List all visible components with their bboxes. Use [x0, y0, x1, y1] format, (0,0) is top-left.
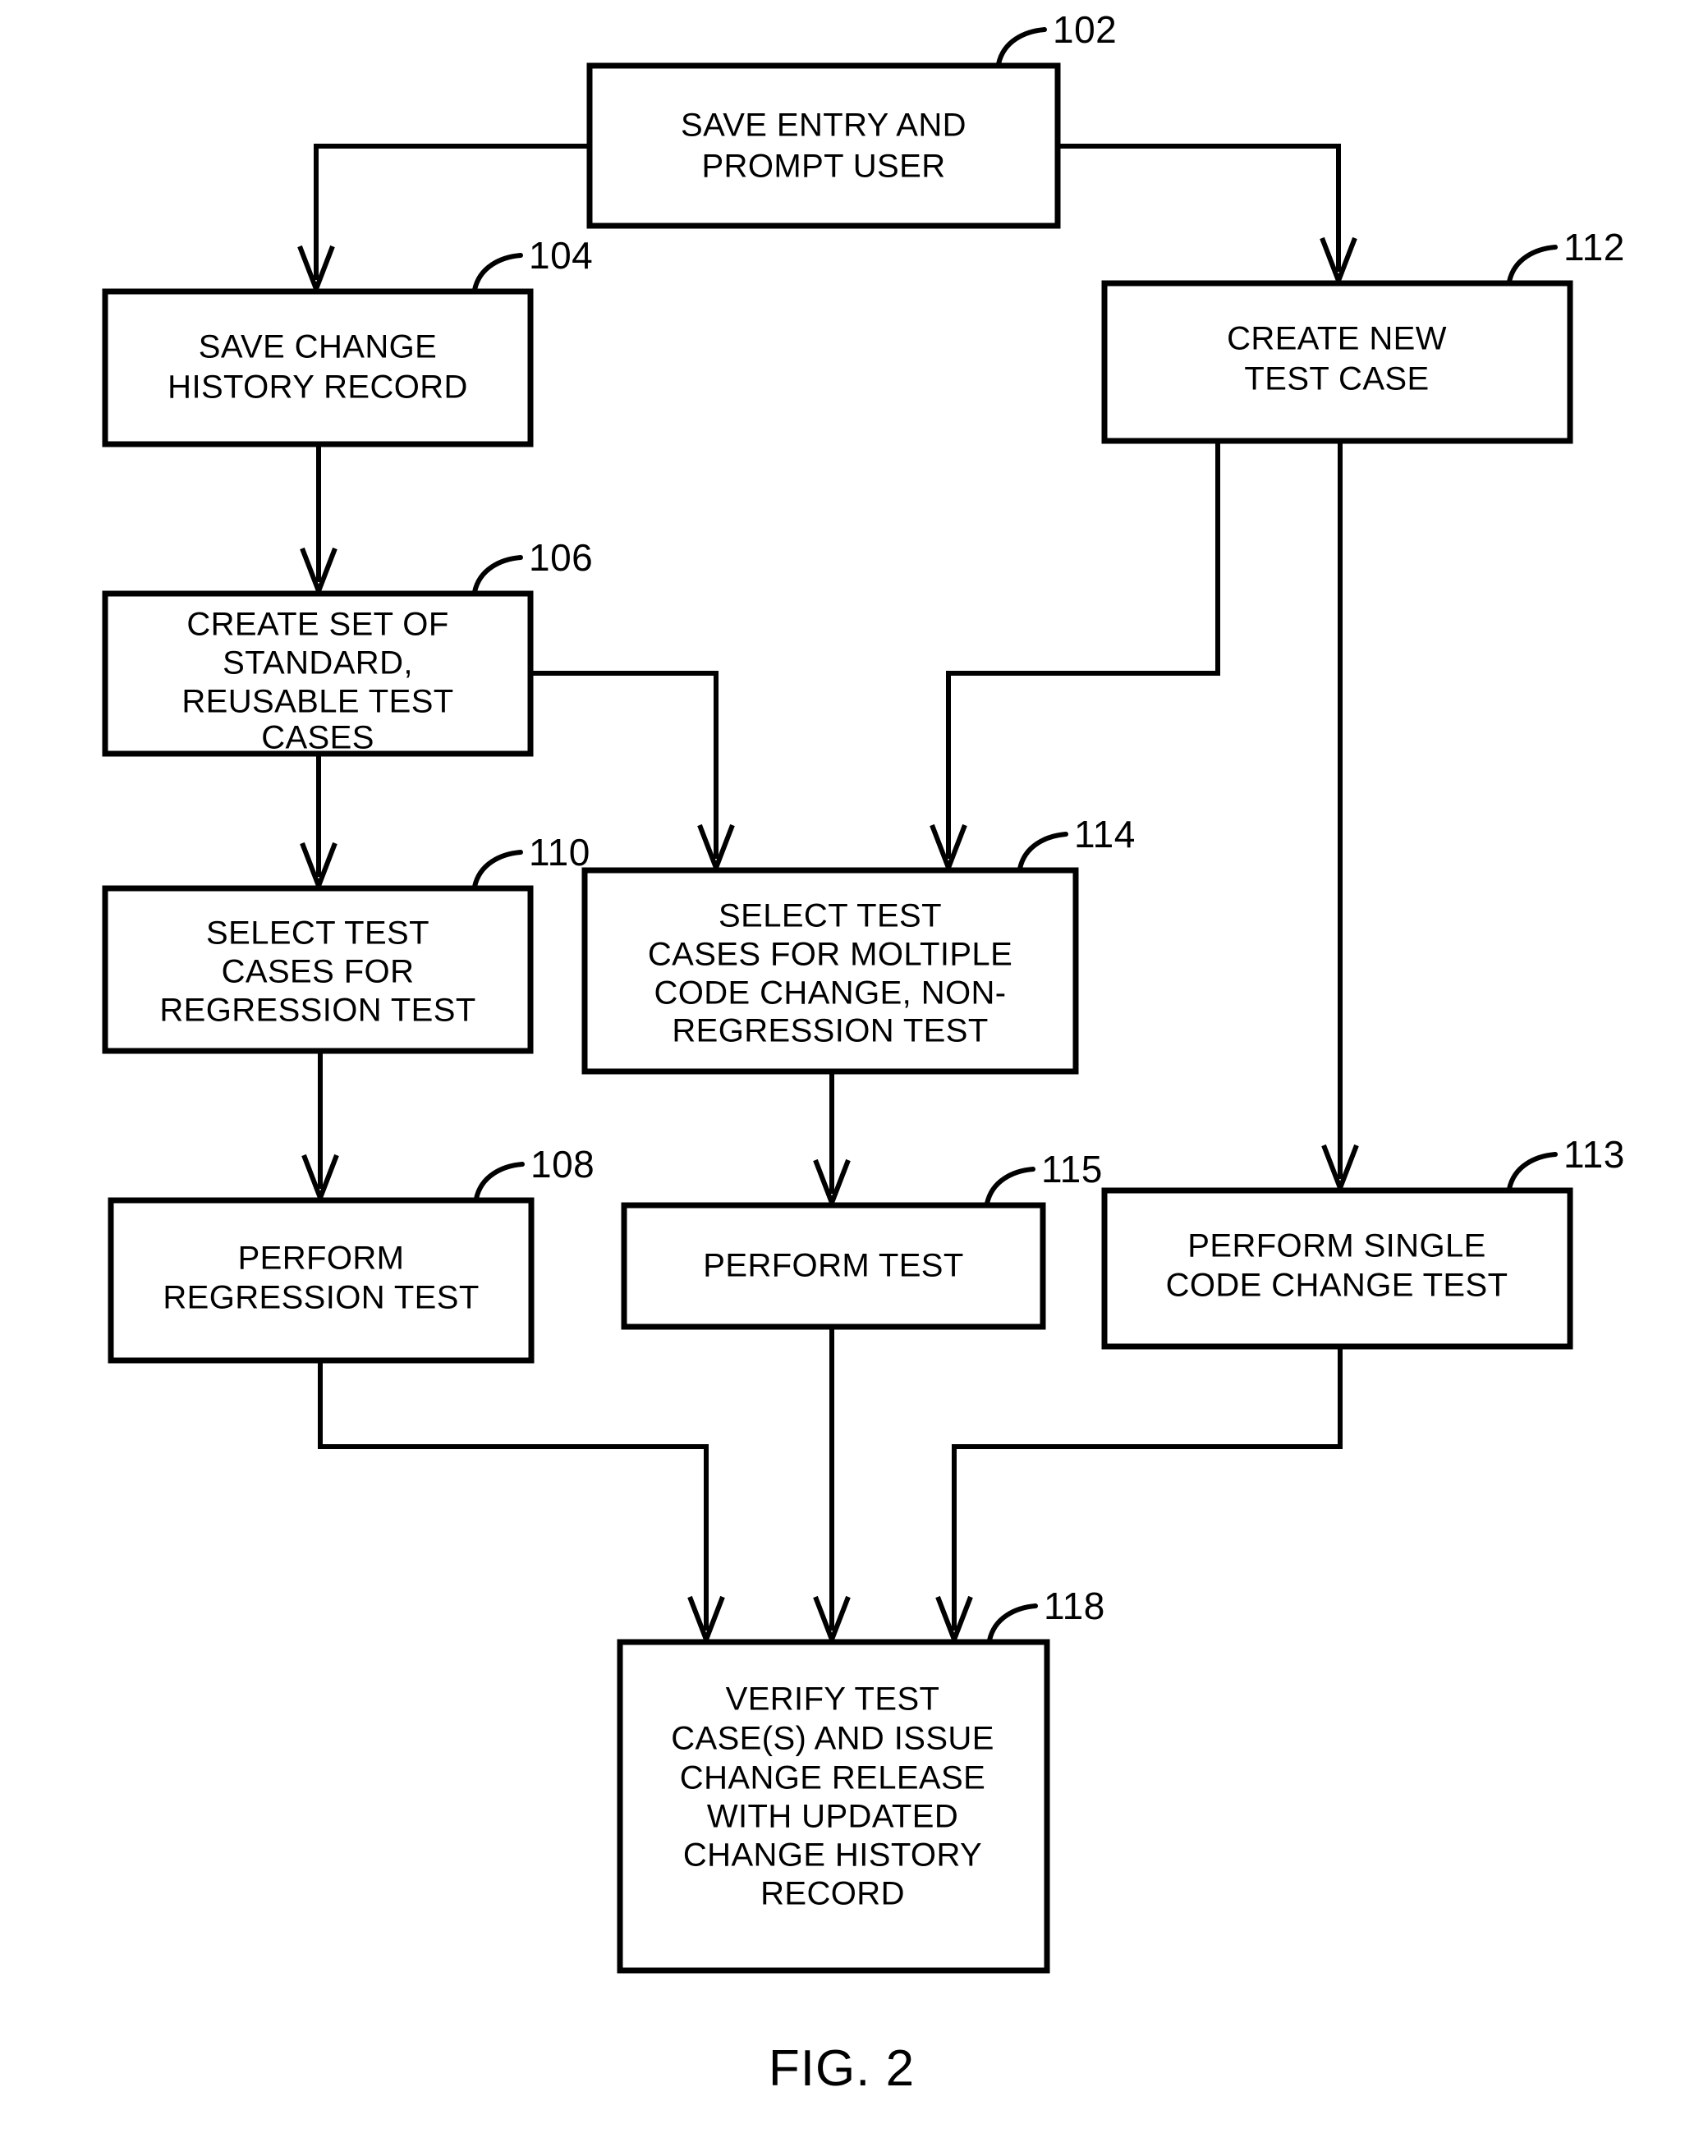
node-118-line-4: CHANGE HISTORY: [683, 1837, 982, 1874]
node-118-line-0: VERIFY TEST: [726, 1681, 940, 1718]
node-113-line-0: PERFORM SINGLE: [1187, 1228, 1485, 1264]
conn-112-to-114: [946, 438, 1220, 859]
node-108[interactable]: PERFORM REGRESSION TEST 108: [108, 1143, 595, 1364]
figure-caption: FIG. 2: [769, 2040, 915, 2097]
node-110-line-2: REGRESSION TEST: [159, 993, 475, 1029]
node-104[interactable]: SAVE CHANGE HISTORY RECORD 104: [102, 234, 593, 447]
node-112[interactable]: CREATE NEW TEST CASE 112: [1101, 226, 1625, 444]
ref-number-102: 102: [1053, 8, 1117, 51]
node-118-line-3: WITH UPDATED: [707, 1799, 958, 1835]
lead-line-108: [474, 1162, 525, 1201]
node-118-line-1: CASE(S) AND ISSUE: [671, 1721, 994, 1757]
node-113[interactable]: PERFORM SINGLE CODE CHANGE TEST 113: [1101, 1133, 1625, 1350]
lead-line-102: [996, 27, 1047, 67]
lead-line-106: [472, 555, 523, 594]
ref-number-112: 112: [1563, 226, 1625, 268]
node-112-line-1: TEST CASE: [1244, 361, 1429, 397]
node-106-line-2: REUSABLE TEST: [181, 684, 453, 720]
lead-line-114: [1017, 832, 1068, 871]
node-118-line-2: CHANGE RELEASE: [680, 1760, 985, 1796]
conn-108-to-118: [318, 1358, 709, 1631]
node-115-line-0: PERFORM TEST: [703, 1248, 963, 1284]
node-102-line-0: SAVE ENTRY AND: [681, 108, 966, 144]
ref-number-114: 114: [1074, 813, 1136, 856]
node-115[interactable]: PERFORM TEST 115: [621, 1148, 1103, 1330]
conn-113-to-118: [952, 1344, 1343, 1631]
lead-line-113: [1507, 1152, 1558, 1191]
ref-number-113: 113: [1563, 1133, 1625, 1176]
node-112-line-0: CREATE NEW: [1227, 321, 1447, 357]
node-104-line-1: HISTORY RECORD: [168, 369, 468, 406]
node-118-line-5: RECORD: [760, 1876, 905, 1912]
patent-figure: SAVE ENTRY AND PROMPT USER 102 SAVE CHAN…: [0, 0, 1708, 2156]
flowchart-canvas: SAVE ENTRY AND PROMPT USER 102 SAVE CHAN…: [102, 8, 1625, 2097]
lead-line-104: [472, 253, 523, 292]
node-113-line-1: CODE CHANGE TEST: [1166, 1268, 1508, 1304]
lead-line-118: [987, 1603, 1038, 1643]
node-108-line-0: PERFORM: [238, 1241, 405, 1277]
lead-line-112: [1507, 245, 1558, 284]
ref-number-104: 104: [529, 234, 593, 277]
node-106-line-1: STANDARD,: [223, 645, 413, 681]
node-110-line-1: CASES FOR: [222, 954, 415, 990]
node-114-line-3: REGRESSION TEST: [672, 1013, 988, 1049]
ref-number-106: 106: [529, 536, 593, 579]
node-102-rect[interactable]: [586, 62, 1061, 229]
node-106[interactable]: CREATE SET OF STANDARD, REUSABLE TEST CA…: [102, 536, 593, 757]
node-114-line-1: CASES FOR MOLTIPLE: [648, 937, 1012, 973]
node-106-line-0: CREATE SET OF: [186, 607, 448, 643]
ref-number-118: 118: [1044, 1585, 1105, 1627]
node-114-line-0: SELECT TEST: [719, 898, 942, 934]
node-106-line-3: CASES: [261, 720, 374, 756]
node-118[interactable]: VERIFY TEST CASE(S) AND ISSUE CHANGE REL…: [617, 1585, 1105, 1974]
node-104-line-0: SAVE CHANGE: [199, 329, 437, 365]
lead-line-115: [985, 1167, 1035, 1206]
node-104-rect[interactable]: [102, 288, 534, 447]
node-110[interactable]: SELECT TEST CASES FOR REGRESSION TEST 11…: [102, 831, 590, 1054]
node-102-line-1: PROMPT USER: [701, 149, 945, 185]
node-108-line-1: REGRESSION TEST: [163, 1280, 479, 1316]
node-102[interactable]: SAVE ENTRY AND PROMPT USER 102: [586, 8, 1117, 229]
conn-102-to-112: [1055, 144, 1341, 272]
node-114[interactable]: SELECT TEST CASES FOR MOLTIPLE CODE CHAN…: [581, 813, 1136, 1075]
node-110-line-0: SELECT TEST: [206, 915, 429, 952]
ref-number-110: 110: [529, 831, 590, 874]
ref-number-108: 108: [530, 1143, 595, 1186]
lead-line-110: [472, 850, 523, 889]
ref-number-115: 115: [1041, 1148, 1103, 1190]
node-114-line-2: CODE CHANGE, NON-: [654, 975, 1006, 1011]
conn-106-to-114: [528, 671, 719, 859]
